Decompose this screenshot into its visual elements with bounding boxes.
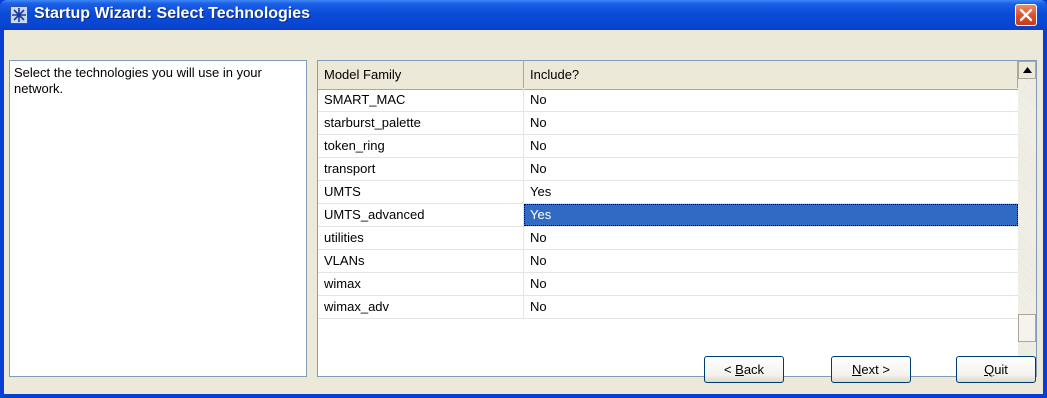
table-row[interactable]: wimax No [318,273,1018,296]
column-header-include[interactable]: Include? [524,61,1018,88]
technologies-grid: Model Family Include? SMART_MAC No starb… [317,60,1037,377]
model-family-cell[interactable]: VLANs [318,250,524,272]
model-family-cell[interactable]: wimax_adv [318,296,524,318]
table-row[interactable]: wimax_adv No [318,296,1018,319]
back-label-prefix: < [723,362,736,377]
quit-label-mnemonic: Q [984,362,995,377]
include-cell[interactable]: No [524,273,1018,295]
grid-rows: SMART_MAC No starburst_palette No token_… [318,89,1018,376]
model-family-cell[interactable]: utilities [318,227,524,249]
close-icon [1019,8,1033,22]
include-cell[interactable]: No [524,112,1018,134]
column-header-model-family[interactable]: Model Family [318,61,524,88]
title-bar[interactable]: Startup Wizard: Select Technologies [0,0,1047,30]
next-label-rest: ext > [861,362,890,377]
model-family-cell[interactable]: UMTS [318,181,524,203]
include-cell[interactable]: No [524,158,1018,180]
scrollbar-thumb[interactable] [1018,314,1036,342]
next-button[interactable]: Next > [831,356,911,383]
wizard-window: Startup Wizard: Select Technologies Sele… [0,0,1047,398]
model-family-cell[interactable]: SMART_MAC [318,89,524,111]
table-row[interactable]: token_ring No [318,135,1018,158]
table-row[interactable]: utilities No [318,227,1018,250]
vertical-scrollbar[interactable] [1018,61,1036,376]
window-title: Startup Wizard: Select Technologies [34,5,311,22]
include-cell-selected[interactable]: Yes [524,204,1018,226]
quit-button[interactable]: Quit [956,356,1036,383]
description-text: Select the technologies you will use in … [14,65,262,96]
star-icon [10,6,28,24]
table-row[interactable]: UMTS Yes [318,181,1018,204]
scroll-up-button[interactable] [1018,61,1036,79]
grid-header: Model Family Include? [318,61,1018,90]
model-family-cell[interactable]: token_ring [318,135,524,157]
include-cell[interactable]: No [524,89,1018,111]
include-cell[interactable]: Yes [524,181,1018,203]
close-button[interactable] [1015,4,1037,26]
model-family-cell[interactable]: wimax [318,273,524,295]
table-row[interactable]: transport No [318,158,1018,181]
model-family-cell[interactable]: UMTS_advanced [318,204,524,226]
quit-label-rest: uit [994,362,1008,377]
table-row[interactable]: UMTS_advanced Yes [318,204,1018,227]
description-panel: Select the technologies you will use in … [9,60,307,377]
include-cell[interactable]: No [524,135,1018,157]
back-button[interactable]: < Back [704,356,784,383]
include-cell[interactable]: No [524,250,1018,272]
arrow-up-icon [1023,67,1032,73]
table-row[interactable]: starburst_palette No [318,112,1018,135]
model-family-cell[interactable]: starburst_palette [318,112,524,134]
back-label-mnemonic: B [735,362,744,377]
back-label-rest: ack [743,362,765,377]
model-family-cell[interactable]: transport [318,158,524,180]
table-row[interactable]: SMART_MAC No [318,89,1018,112]
dialog-body: Select the technologies you will use in … [4,30,1043,394]
include-cell[interactable]: No [524,296,1018,318]
table-row[interactable]: VLANs No [318,250,1018,273]
include-cell[interactable]: No [524,227,1018,249]
next-label-mnemonic: N [852,362,862,377]
